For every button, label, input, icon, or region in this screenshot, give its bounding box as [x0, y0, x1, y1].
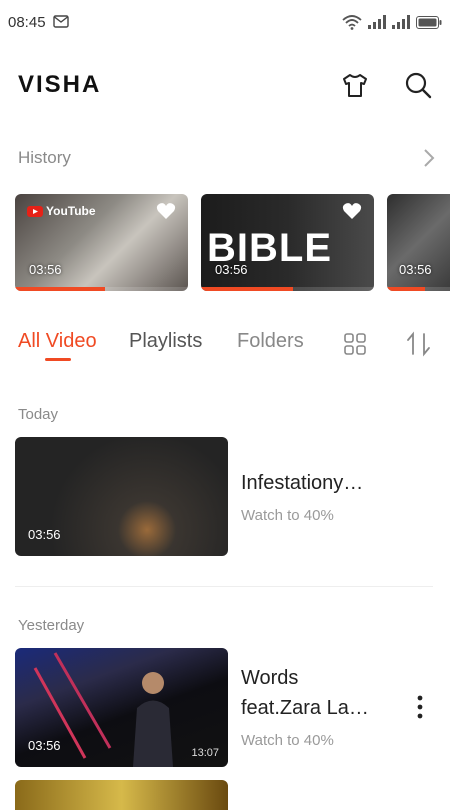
- history-progress: [201, 287, 293, 291]
- theme-shirt-button[interactable]: [340, 70, 370, 100]
- video-timestamp: 13:07: [191, 747, 219, 759]
- app-logo: VISHA: [18, 70, 114, 101]
- status-bar: 08:45: [0, 0, 450, 46]
- grid-view-button[interactable]: [343, 332, 367, 361]
- history-item[interactable]: YouTube 03:56: [15, 194, 188, 291]
- battery-icon: [416, 15, 442, 34]
- video-progress-text: Watch to 40%: [241, 732, 334, 749]
- sort-button[interactable]: [405, 330, 433, 363]
- logo-text: VISHA: [18, 71, 101, 96]
- signal-icon: [392, 15, 410, 34]
- tab-all-video[interactable]: All Video: [18, 330, 97, 353]
- history-item[interactable]: BIBLE 03:56: [201, 194, 374, 291]
- section-label-yesterday: Yesterday: [18, 617, 85, 634]
- youtube-badge: YouTube: [27, 204, 96, 218]
- heart-icon[interactable]: [342, 202, 362, 225]
- mail-icon: [53, 15, 69, 33]
- video-duration: 03:56: [28, 738, 61, 753]
- search-icon: [405, 72, 432, 99]
- signal-icon: [368, 15, 386, 34]
- tab-active-indicator: [45, 358, 71, 361]
- wifi-icon: [342, 14, 362, 35]
- tab-playlists[interactable]: Playlists: [129, 330, 202, 353]
- list-item[interactable]: 03:56 13:07 Words feat.Zara La… Watch to…: [15, 648, 435, 768]
- chevron-right-icon: [424, 149, 435, 167]
- history-item[interactable]: 03:56: [387, 194, 450, 291]
- shirt-icon: [343, 74, 367, 97]
- status-time: 08:45: [8, 14, 46, 31]
- grid-icon: [344, 333, 366, 355]
- history-more-button[interactable]: [419, 146, 439, 170]
- app-bar: VISHA: [0, 60, 450, 110]
- history-duration: 03:56: [399, 262, 432, 277]
- more-vertical-icon: [417, 695, 423, 719]
- history-duration: 03:56: [215, 262, 248, 277]
- video-thumbnail[interactable]: 03:56 13:07: [15, 648, 228, 767]
- heart-icon[interactable]: [156, 202, 176, 225]
- youtube-icon: [27, 205, 43, 217]
- video-title: Infestationy…: [241, 472, 364, 494]
- list-item[interactable]: 03:56 Infestationy… Watch to 40%: [15, 437, 435, 557]
- history-duration: 03:56: [29, 262, 62, 277]
- history-progress: [15, 287, 105, 291]
- sort-icon: [407, 331, 430, 357]
- history-progress: [387, 287, 425, 291]
- video-thumbnail[interactable]: 03:56: [15, 437, 228, 556]
- divider: [15, 586, 433, 587]
- history-title: History: [18, 148, 71, 167]
- video-title: Words: [241, 667, 299, 689]
- video-title-line2: feat.Zara La…: [241, 697, 369, 719]
- list-item-thumbnail-partial[interactable]: [15, 780, 228, 810]
- more-options-button[interactable]: [410, 692, 430, 722]
- tab-folders[interactable]: Folders: [237, 330, 304, 353]
- section-label-today: Today: [18, 406, 59, 423]
- search-button[interactable]: [403, 70, 433, 100]
- video-duration: 03:56: [28, 527, 61, 542]
- video-progress-text: Watch to 40%: [241, 507, 334, 524]
